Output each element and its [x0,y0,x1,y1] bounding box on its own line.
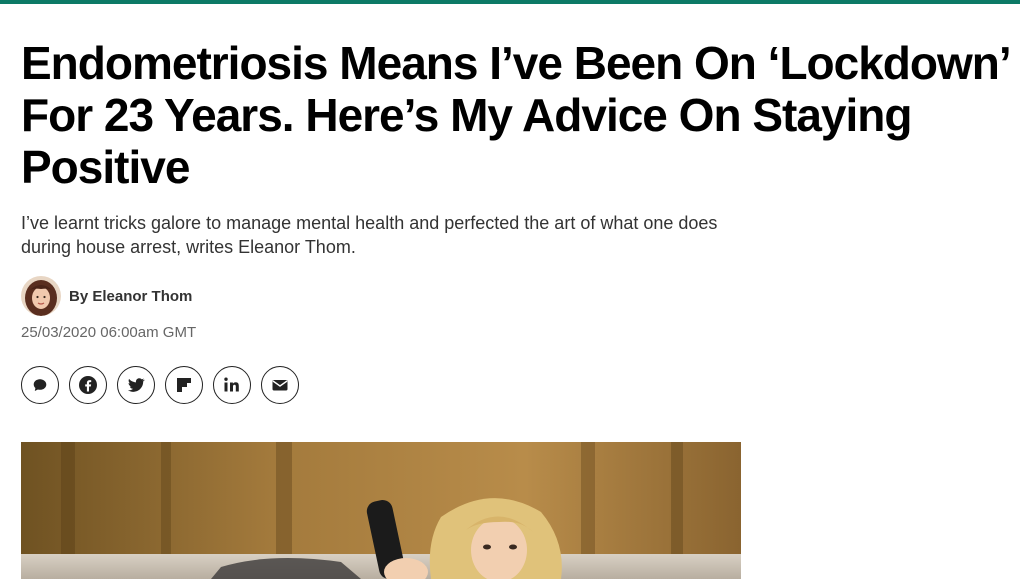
comment-icon [33,379,47,391]
hero-image [21,442,741,579]
top-accent-bar [0,0,1020,4]
facebook-icon [79,376,97,394]
share-bar [21,366,299,404]
share-facebook-button[interactable] [69,366,107,404]
byline: By Eleanor Thom [21,276,192,316]
linkedin-icon [224,377,239,392]
twitter-icon [127,378,145,392]
byline-text: By Eleanor Thom [69,288,192,305]
email-icon [272,380,288,391]
article-dek: I’ve learnt tricks galore to manage ment… [21,213,718,257]
share-flipboard-button[interactable] [165,366,203,404]
article-headline: Endometriosis Means I’ve Been On ‘Lockdo… [21,37,1009,193]
author-link[interactable]: Eleanor Thom [92,288,192,305]
publish-timestamp: 25/03/2020 06:00am GMT [21,324,197,341]
share-comment-button[interactable] [21,366,59,404]
share-linkedin-button[interactable] [213,366,251,404]
flipboard-icon [177,378,191,392]
author-avatar[interactable] [21,276,61,316]
share-twitter-button[interactable] [117,366,155,404]
share-email-button[interactable] [261,366,299,404]
byline-prefix: By [69,287,89,305]
